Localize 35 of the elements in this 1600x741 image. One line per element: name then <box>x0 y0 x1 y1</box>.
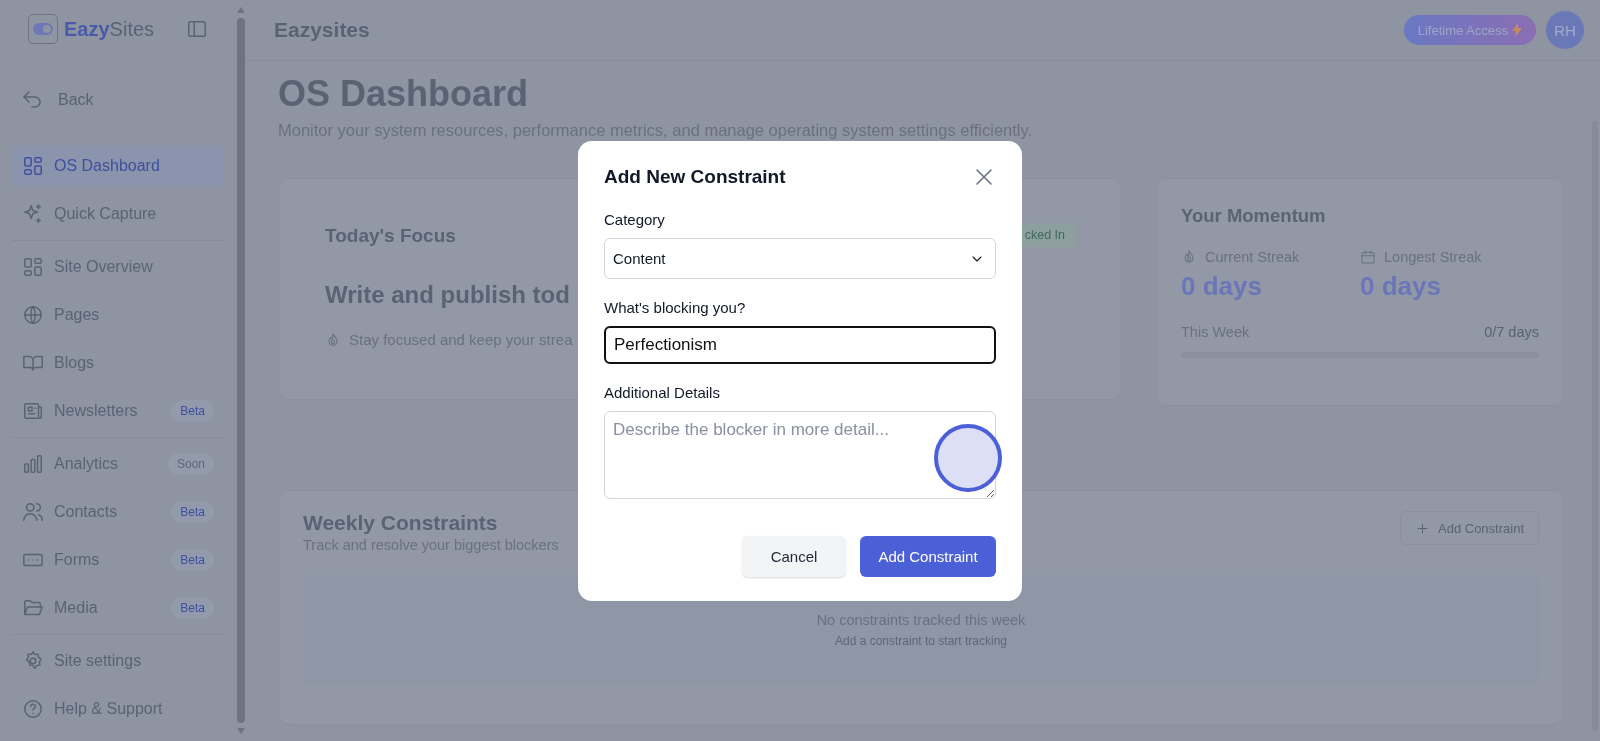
flame-icon <box>1181 249 1197 265</box>
scroll-up-icon[interactable] <box>236 6 246 14</box>
user-avatar[interactable]: RH <box>1546 11 1584 49</box>
touch-indicator-icon <box>933 423 1003 493</box>
flame-icon <box>325 331 341 348</box>
sidebar-item[interactable]: OS Dashboard <box>12 145 224 187</box>
help-icon <box>22 698 44 720</box>
field-label: What's blocking you? <box>604 299 747 316</box>
category-select[interactable]: Content <box>604 238 996 279</box>
newspaper-icon <box>22 400 44 422</box>
dashboard-icon <box>22 155 44 177</box>
logo-icon <box>28 14 58 44</box>
status-badge: cked In <box>1021 223 1075 247</box>
bar-chart-icon <box>22 453 44 475</box>
scrollbar-thumb[interactable] <box>237 18 245 723</box>
status-badge: Beta <box>171 549 214 571</box>
lightning-icon <box>1512 23 1522 37</box>
details-textarea[interactable]: Describe the blocker in more detail... <box>604 411 996 499</box>
status-badge: Beta <box>171 501 214 523</box>
sidebar-toggle-icon <box>186 18 208 40</box>
dialog-title: Add New Constraint <box>604 166 786 188</box>
grid-icon <box>22 256 44 278</box>
cancel-button[interactable]: Cancel <box>742 536 846 577</box>
scroll-down-icon[interactable] <box>236 727 246 735</box>
status-badge: Beta <box>171 400 214 422</box>
sparkles-icon <box>22 203 44 225</box>
calendar-icon <box>1360 249 1376 265</box>
blocker-input[interactable]: Perfectionism <box>604 326 996 364</box>
field-label: Category <box>604 211 666 228</box>
submit-button[interactable]: Add Constraint <box>860 536 996 577</box>
users-icon <box>22 501 44 523</box>
field-label: Additional Details <box>604 384 721 401</box>
plus-icon <box>1415 520 1430 536</box>
status-badge: Beta <box>171 597 214 619</box>
globe-icon <box>22 304 44 326</box>
